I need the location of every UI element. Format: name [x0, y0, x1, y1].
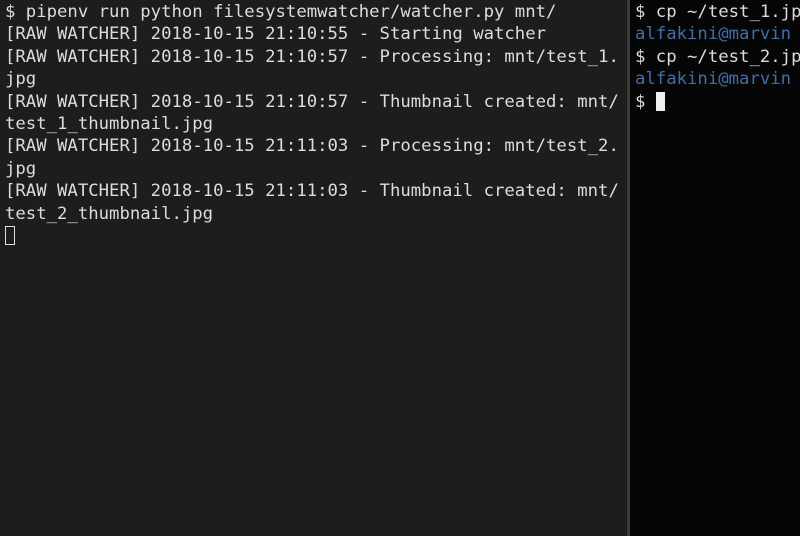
terminal-line: [RAW WATCHER] 2018-10-15 21:11:03 - Proc…: [5, 136, 619, 157]
terminal-line: $ cp ~/test_2.jpg: [635, 46, 800, 67]
terminal-line: $ cp ~/test_1.jpg: [635, 2, 800, 22]
terminal-line: [RAW WATCHER] 2018-10-15 21:11:03 - Thum…: [5, 181, 619, 202]
terminal-output: $ cp ~/test_1.jpg alfakini@marvin $ cp ~…: [630, 0, 800, 113]
prompt-user-host: alfakini@marvin: [635, 69, 792, 90]
terminal-line: test_2_thumbnail.jpg: [5, 203, 214, 224]
terminal-cursor: [5, 225, 15, 245]
left-terminal-pane[interactable]: $ pipenv run python filesystemwatcher/wa…: [0, 0, 627, 536]
terminal-line: [RAW WATCHER] 2018-10-15 21:10:57 - Proc…: [5, 46, 619, 67]
terminal-line: jpg: [5, 158, 37, 179]
terminal-line: $ pipenv run python filesystemwatcher/wa…: [5, 2, 557, 22]
terminal-line: jpg: [5, 69, 37, 90]
terminal-line: [RAW WATCHER] 2018-10-15 21:10:57 - Thum…: [5, 91, 619, 112]
terminal-line: [RAW WATCHER] 2018-10-15 21:10:55 - Star…: [5, 24, 547, 45]
terminal-cursor: [655, 91, 665, 111]
prompt-symbol: $: [635, 91, 656, 112]
input-line[interactable]: $: [635, 91, 800, 113]
right-terminal-pane[interactable]: $ cp ~/test_1.jpg alfakini@marvin $ cp ~…: [630, 0, 800, 536]
cursor-line: [5, 225, 627, 247]
prompt-user-host: alfakini@marvin: [635, 24, 792, 45]
terminal-line: test_1_thumbnail.jpg: [5, 113, 214, 134]
terminal-output: $ pipenv run python filesystemwatcher/wa…: [0, 0, 627, 247]
